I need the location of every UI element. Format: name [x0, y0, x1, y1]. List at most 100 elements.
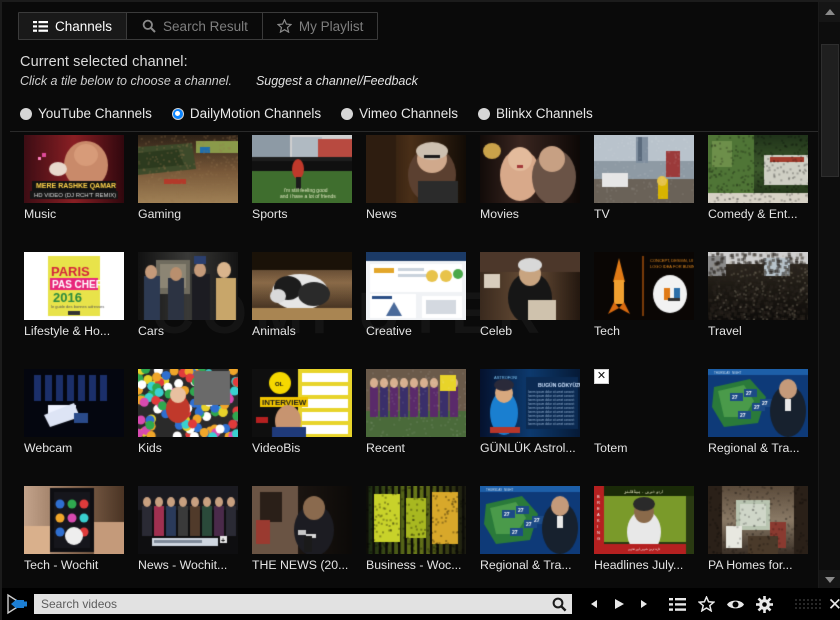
- radio-youtube-label: YouTube Channels: [38, 106, 152, 121]
- channel-thumbnail: [708, 369, 808, 437]
- channel-tile[interactable]: VideoBis: [252, 369, 352, 455]
- channel-tile[interactable]: TV: [594, 135, 694, 221]
- settings-button[interactable]: [754, 594, 774, 614]
- radio-youtube-channels[interactable]: YouTube Channels: [20, 106, 152, 121]
- channel-tile[interactable]: Webcam: [24, 369, 124, 455]
- channel-tile[interactable]: Animals: [252, 252, 352, 338]
- channel-tile[interactable]: ✕ Totem: [594, 369, 694, 455]
- channel-tile-label: Comedy & Ent...: [708, 207, 808, 221]
- tab-channels-label: Channels: [55, 19, 112, 34]
- channel-thumbnail: [708, 135, 808, 203]
- radio-dailymotion-indicator[interactable]: [172, 108, 184, 120]
- prev-button[interactable]: [584, 594, 604, 614]
- play-button[interactable]: [609, 594, 629, 614]
- channel-tile[interactable]: GÜNLÜK Astrol...: [480, 369, 580, 455]
- channel-tile[interactable]: Sports: [252, 135, 352, 221]
- radio-dailymotion-label: DailyMotion Channels: [190, 106, 321, 121]
- radio-blinkx-channels[interactable]: Blinkx Channels: [478, 106, 593, 121]
- channel-tile[interactable]: PA Homes for...: [708, 486, 808, 572]
- channel-thumbnail: [24, 369, 124, 437]
- playlist-button[interactable]: [667, 594, 687, 614]
- channel-tile[interactable]: Music: [24, 135, 124, 221]
- search-videos-box[interactable]: [34, 594, 572, 614]
- scrollbar-track[interactable]: [819, 22, 840, 570]
- channel-tile[interactable]: Gaming: [138, 135, 238, 221]
- search-input[interactable]: [41, 595, 546, 613]
- channel-tile[interactable]: Tech: [594, 252, 694, 338]
- channel-tile[interactable]: Celeb: [480, 252, 580, 338]
- channel-tile[interactable]: Regional & Tra...: [480, 486, 580, 572]
- search-submit-button[interactable]: [546, 594, 572, 614]
- radio-youtube-indicator[interactable]: [20, 108, 32, 120]
- channel-thumbnail: [366, 369, 466, 437]
- watch-button[interactable]: [725, 594, 745, 614]
- next-button[interactable]: [634, 594, 654, 614]
- channel-tile[interactable]: Comedy & Ent...: [708, 135, 808, 221]
- scroll-up-button[interactable]: [819, 2, 840, 22]
- list-icon: [33, 19, 48, 34]
- channel-thumbnail: [24, 252, 124, 320]
- radio-vimeo-channels[interactable]: Vimeo Channels: [341, 106, 458, 121]
- channel-thumbnail: [708, 486, 808, 554]
- radio-dailymotion-channels[interactable]: DailyMotion Channels: [172, 106, 321, 121]
- tab-search-result[interactable]: Search Result: [127, 13, 263, 39]
- channel-grid: Music Gaming Sports News Movies TV Comedy & En…: [2, 135, 820, 590]
- broken-image-icon: ✕: [594, 369, 609, 384]
- tab-my-playlist[interactable]: My Playlist: [263, 13, 378, 39]
- channel-tile-label: Music: [24, 207, 124, 221]
- drag-grip-handle[interactable]: [794, 598, 822, 610]
- channel-thumbnail: [252, 135, 352, 203]
- channel-tile[interactable]: Tech - Wochit: [24, 486, 124, 572]
- chevron-up-icon: [825, 9, 835, 15]
- app-logo-icon[interactable]: [4, 591, 34, 617]
- channel-tile-label: Totem: [594, 441, 694, 455]
- favorite-button[interactable]: [696, 594, 716, 614]
- channel-thumbnail: [594, 135, 694, 203]
- tab-bar: Channels Search Result My Playlist: [18, 12, 378, 40]
- bottom-toolbar: ✕: [2, 588, 840, 620]
- channel-tile[interactable]: Movies: [480, 135, 580, 221]
- channel-tile-label: Sports: [252, 207, 352, 221]
- tile-hint-text: Click a tile below to choose a channel.: [20, 74, 232, 88]
- channel-tile[interactable]: Cars: [138, 252, 238, 338]
- channel-thumbnail: [138, 135, 238, 203]
- transport-controls: [584, 594, 654, 614]
- radio-blinkx-label: Blinkx Channels: [496, 106, 593, 121]
- channel-tile[interactable]: Regional & Tra...: [708, 369, 808, 455]
- channel-tile[interactable]: News: [366, 135, 466, 221]
- radio-blinkx-indicator[interactable]: [478, 108, 490, 120]
- channel-tile[interactable]: Headlines July...: [594, 486, 694, 572]
- channel-tile[interactable]: News - Wochit...: [138, 486, 238, 572]
- channel-thumbnail: [252, 369, 352, 437]
- channel-tile-label: News: [366, 207, 466, 221]
- channel-tile[interactable]: Business - Woc...: [366, 486, 466, 572]
- channel-thumbnail: ✕: [594, 369, 694, 437]
- channel-thumbnail: [480, 486, 580, 554]
- channel-thumbnail: [138, 252, 238, 320]
- channel-tile-label: Animals: [252, 324, 352, 338]
- channel-grid-scroll-area[interactable]: COMPUTER MusicGamingSportsNewsMoviesTVCo…: [2, 135, 820, 590]
- channel-thumbnail: [366, 252, 466, 320]
- channel-tile[interactable]: Kids: [138, 369, 238, 455]
- channel-thumbnail: [708, 252, 808, 320]
- tab-my-playlist-label: My Playlist: [299, 19, 364, 34]
- suggest-channel-link[interactable]: Suggest a channel/Feedback: [256, 74, 418, 88]
- gear-icon: [756, 596, 773, 613]
- channel-tile[interactable]: Travel: [708, 252, 808, 338]
- channel-tile[interactable]: THE NEWS (20...: [252, 486, 352, 572]
- close-button[interactable]: ✕: [828, 592, 840, 616]
- vertical-scrollbar[interactable]: [818, 2, 840, 590]
- channel-tile-label: Lifestyle & Ho...: [24, 324, 124, 338]
- channel-thumbnail: [480, 369, 580, 437]
- channel-tile-label: Regional & Tra...: [708, 441, 808, 455]
- channel-tile-label: Regional & Tra...: [480, 558, 580, 572]
- radio-vimeo-indicator[interactable]: [341, 108, 353, 120]
- scroll-down-button[interactable]: [819, 570, 840, 590]
- channel-thumbnail: [24, 486, 124, 554]
- channel-tile[interactable]: Lifestyle & Ho...: [24, 252, 124, 338]
- channel-tile[interactable]: Recent: [366, 369, 466, 455]
- tab-channels[interactable]: Channels: [19, 13, 127, 39]
- star-icon: [277, 19, 292, 34]
- scrollbar-thumb[interactable]: [821, 44, 839, 177]
- channel-tile[interactable]: Creative: [366, 252, 466, 338]
